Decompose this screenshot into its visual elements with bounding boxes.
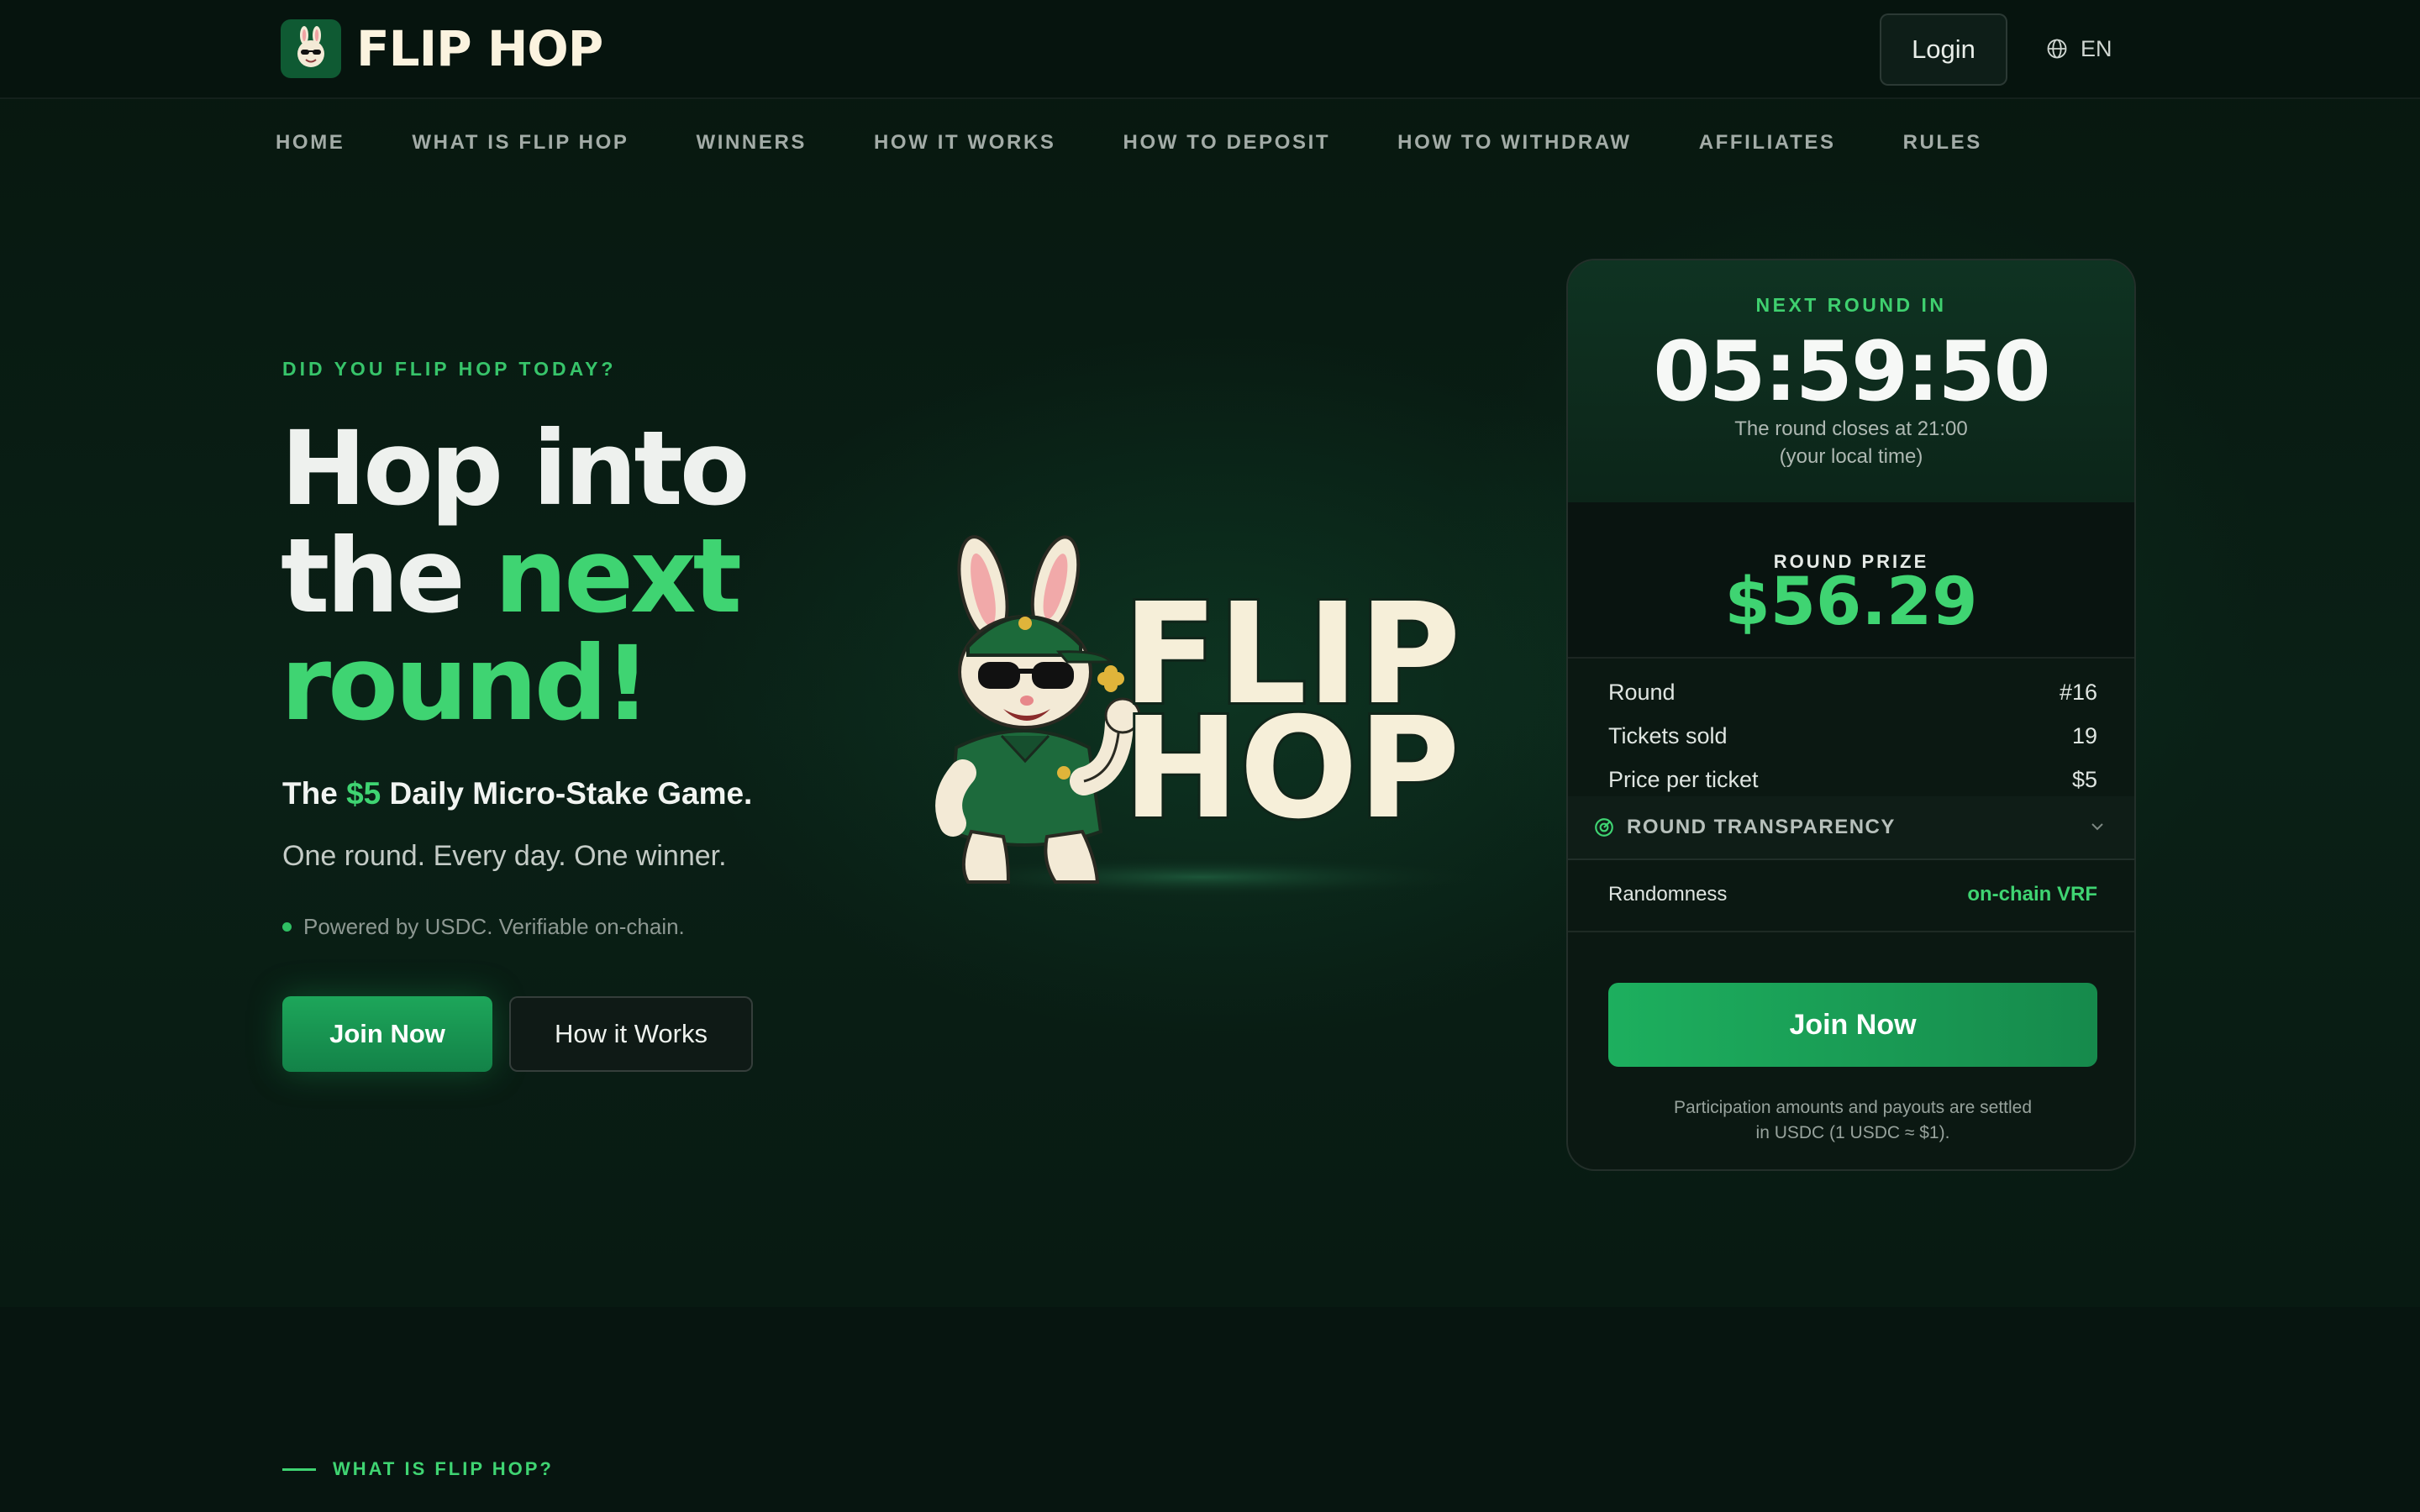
settle-line-2: in USDC (1 USDC ≈ $1).	[1755, 1123, 1950, 1142]
hero-join-now-button[interactable]: Join Now	[282, 996, 492, 1072]
tagline-suffix: Daily Micro-Stake Game.	[381, 776, 753, 811]
stat-value: 19	[2071, 722, 2097, 748]
transparency-label: ROUND TRANSPARENCY	[1627, 816, 1896, 838]
stat-label: Price per ticket	[1608, 766, 1759, 792]
closes-line-1: The round closes at 21:00	[1734, 417, 1968, 440]
card-join-now-button[interactable]: Join Now	[1608, 983, 2097, 1067]
round-prize-amount: $56.29	[1724, 564, 1978, 640]
hero-tagline: The $5 Daily Micro-Stake Game.	[282, 776, 752, 811]
stat-row-tickets: Tickets sold 19	[1608, 714, 2097, 758]
round-closes-note: The round closes at 21:00 (your local ti…	[1568, 415, 2134, 470]
bunny-logo-icon	[281, 19, 341, 78]
nav-rules[interactable]: RULES	[1903, 131, 1982, 155]
randomness-label: Randomness	[1608, 883, 1728, 906]
nav-how-to-deposit[interactable]: HOW TO DEPOSIT	[1123, 131, 1331, 155]
globe-icon	[2047, 39, 2067, 59]
brand-name: FLIP HOP	[356, 20, 603, 77]
round-transparency-toggle[interactable]: ROUND TRANSPARENCY	[1568, 796, 2134, 860]
top-bar: FLIP HOP Login EN	[0, 0, 2420, 99]
headline-line-1: Hop into	[281, 409, 750, 528]
randomness-row: Randomness on-chain VRF	[1608, 858, 2097, 931]
settlement-note: Participation amounts and payouts are se…	[1618, 1095, 2087, 1146]
headline-line-2: the next	[281, 522, 886, 630]
hero-eyebrow: DID YOU FLIP HOP TODAY?	[282, 358, 617, 380]
round-card: NEXT ROUND IN 05:59:50 The round closes …	[1566, 259, 2136, 1171]
closes-line-2: (your local time)	[1779, 445, 1923, 468]
hero-how-it-works-button[interactable]: How it Works	[509, 996, 753, 1072]
headline-the: the	[281, 517, 495, 636]
nav-home[interactable]: HOME	[276, 131, 345, 155]
nav-winners[interactable]: WINNERS	[696, 131, 807, 155]
chevron-down-icon	[2091, 823, 2103, 831]
stat-row-price: Price per ticket $5	[1608, 758, 2097, 801]
stat-value: #16	[2059, 679, 2097, 705]
nav-affiliates[interactable]: AFFILIATES	[1699, 131, 1836, 155]
what-is-label: WHAT IS FLIP HOP?	[333, 1458, 554, 1479]
nav-how-it-works[interactable]: HOW IT WORKS	[874, 131, 1056, 155]
next-round-label: NEXT ROUND IN	[1755, 294, 1947, 316]
status-dot-icon	[282, 922, 292, 932]
randomness-value: on-chain VRF	[1967, 883, 2097, 906]
stat-label: Tickets sold	[1608, 722, 1728, 748]
section-eyebrow: WHAT IS FLIP HOP?	[282, 1458, 554, 1480]
login-button[interactable]: Login	[1880, 13, 2007, 86]
countdown-timer: 05:59:50	[1653, 324, 2051, 420]
powered-text: Powered by USDC. Verifiable on-chain.	[303, 914, 685, 939]
nav-what-is-flip-hop[interactable]: WHAT IS FLIP HOP	[412, 131, 629, 155]
headline-next: next	[494, 517, 742, 636]
stat-row-round: Round #16	[1608, 670, 2097, 714]
mascot-illustration: FLIP HOP	[891, 529, 1512, 916]
hero-headline: Hop into the next round!	[281, 415, 886, 738]
settle-line-1: Participation amounts and payouts are se…	[1673, 1098, 2033, 1117]
headline-line-3: round!	[281, 624, 651, 743]
stat-label: Round	[1608, 679, 1676, 705]
brand-logo[interactable]: FLIP HOP	[281, 18, 603, 79]
shield-check-icon	[1595, 818, 1613, 837]
tagline-price: $5	[346, 776, 381, 811]
divider	[1568, 931, 2134, 932]
mascot-word-hop: HOP	[1123, 688, 1460, 850]
language-selector[interactable]: EN	[2045, 30, 2112, 67]
lower-section-background	[0, 1307, 2420, 1512]
transparency-header: ROUND TRANSPARENCY	[1593, 816, 1896, 839]
round-stats: Round #16 Tickets sold 19 Price per tick…	[1608, 670, 2097, 801]
main-nav: HOME WHAT IS FLIP HOP WINNERS HOW IT WOR…	[276, 126, 1982, 160]
accent-line	[282, 1467, 316, 1471]
powered-by-note: Powered by USDC. Verifiable on-chain.	[282, 914, 685, 940]
tagline-prefix: The	[282, 776, 347, 811]
hero-subline: One round. Every day. One winner.	[282, 840, 727, 872]
language-label: EN	[2081, 35, 2112, 61]
stat-value: $5	[2071, 766, 2097, 792]
nav-how-to-withdraw[interactable]: HOW TO WITHDRAW	[1397, 131, 1632, 155]
